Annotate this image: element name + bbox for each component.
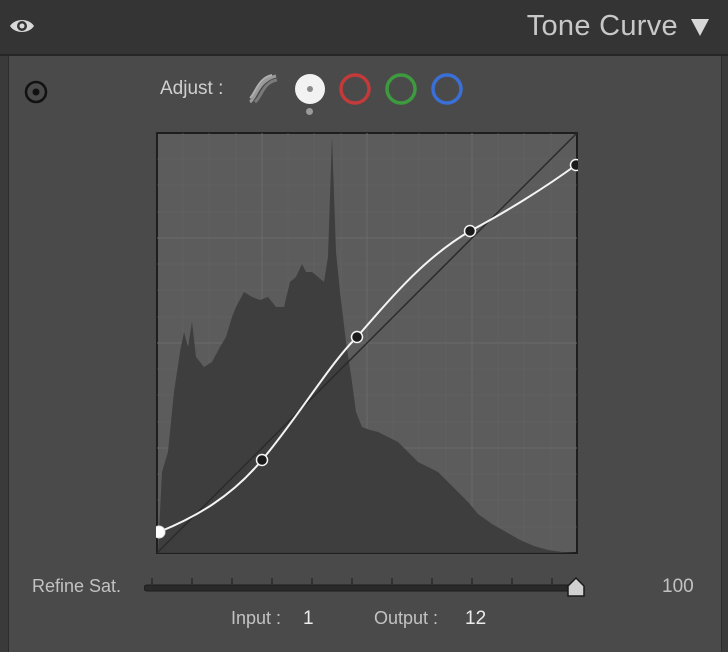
refine-sat-slider[interactable] [144,572,594,606]
red-channel-button[interactable] [338,72,372,106]
output-value: 12 [465,608,487,629]
output-label: Output : [374,608,439,628]
curve-point-selected [156,525,166,539]
parametric-curve-icon[interactable] [246,72,280,106]
blue-channel-button[interactable] [430,72,464,106]
point-curve-channel-button[interactable] [293,72,327,106]
selected-channel-indicator [306,108,313,115]
tone-curve-editor[interactable] [156,132,578,554]
triangle-down-icon[interactable] [688,16,712,38]
adjust-label: Adjust : [160,78,224,99]
curve-point [255,453,269,467]
eye-icon[interactable] [8,14,36,38]
panel-title: Tone Curve [526,10,678,42]
slider-thumb [567,576,585,597]
curve-point [350,330,364,344]
green-channel-button[interactable] [384,72,418,106]
input-label: Input : [231,608,282,628]
refine-sat-label: Refine Sat. [32,576,122,596]
targeted-adjustment-icon[interactable] [24,80,48,104]
curve-point [569,158,578,172]
curve-point [463,224,477,238]
refine-sat-value: 100 [662,576,694,597]
input-value: 1 [303,608,314,629]
panel-header[interactable]: Tone Curve [0,0,728,56]
